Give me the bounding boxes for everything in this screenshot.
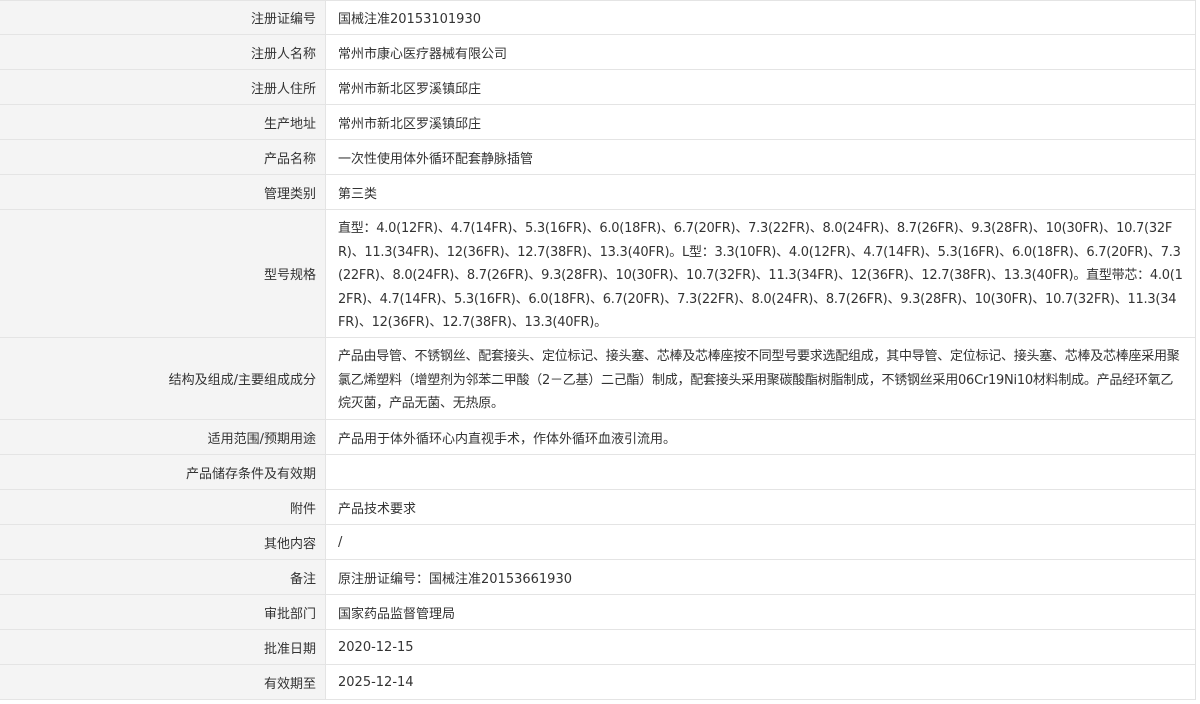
field-label: 注册人住所 <box>0 70 326 104</box>
field-value: 2020-12-15 <box>338 639 414 655</box>
field-label: 适用范围/预期用途 <box>0 420 326 454</box>
field-label: 产品名称 <box>0 140 326 174</box>
field-label: 结构及组成/主要组成成分 <box>0 338 326 419</box>
row-model-specification: 型号规格 直型：4.0(12FR)、4.7(14FR)、5.3(16FR)、6.… <box>0 210 1195 338</box>
row-approval-date: 批准日期 2020-12-15 <box>0 630 1195 665</box>
row-production-address: 生产地址 常州市新北区罗溪镇邱庄 <box>0 105 1195 140</box>
field-value: 常州市康心医疗器械有限公司 <box>338 46 508 62</box>
field-value: 2025-12-14 <box>338 674 414 690</box>
row-valid-until: 有效期至 2025-12-14 <box>0 665 1195 700</box>
field-value: 第三类 <box>338 186 378 202</box>
row-registrant-name: 注册人名称 常州市康心医疗器械有限公司 <box>0 35 1195 70</box>
field-value: 常州市新北区罗溪镇邱庄 <box>338 81 482 97</box>
field-label: 管理类别 <box>0 175 326 209</box>
field-label: 注册人名称 <box>0 35 326 69</box>
field-label: 产品储存条件及有效期 <box>0 455 326 489</box>
row-intended-use: 适用范围/预期用途 产品用于体外循环心内直视手术，作体外循环血液引流用。 <box>0 420 1195 455</box>
field-label: 生产地址 <box>0 105 326 139</box>
field-value <box>326 455 1195 489</box>
row-other-content: 其他内容 / <box>0 525 1195 560</box>
field-value: 产品技术要求 <box>338 501 417 517</box>
field-label: 附件 <box>0 490 326 524</box>
field-label: 审批部门 <box>0 595 326 629</box>
row-management-class: 管理类别 第三类 <box>0 175 1195 210</box>
field-value: 国家药品监督管理局 <box>338 606 456 622</box>
field-label: 备注 <box>0 560 326 594</box>
field-value: / <box>338 534 343 550</box>
registration-info-table: 注册证编号 国械注准20153101930 注册人名称 常州市康心医疗器械有限公… <box>0 0 1196 700</box>
row-structure-composition: 结构及组成/主要组成成分 产品由导管、不锈钢丝、配套接头、定位标记、接头塞、芯棒… <box>0 338 1195 420</box>
row-approval-department: 审批部门 国家药品监督管理局 <box>0 595 1195 630</box>
field-value: 原注册证编号：国械注准20153661930 <box>338 571 572 587</box>
row-registrant-address: 注册人住所 常州市新北区罗溪镇邱庄 <box>0 70 1195 105</box>
field-value: 常州市新北区罗溪镇邱庄 <box>338 116 482 132</box>
field-value: 产品由导管、不锈钢丝、配套接头、定位标记、接头塞、芯棒及芯棒座按不同型号要求选配… <box>338 349 1180 411</box>
row-remarks: 备注 原注册证编号：国械注准20153661930 <box>0 560 1195 595</box>
row-attachment: 附件 产品技术要求 <box>0 490 1195 525</box>
row-registration-number: 注册证编号 国械注准20153101930 <box>0 0 1195 35</box>
field-label: 型号规格 <box>0 210 326 337</box>
field-value: 产品用于体外循环心内直视手术，作体外循环血液引流用。 <box>338 431 677 447</box>
field-value: 直型：4.0(12FR)、4.7(14FR)、5.3(16FR)、6.0(18F… <box>338 221 1183 330</box>
field-label: 有效期至 <box>0 665 326 699</box>
row-product-name: 产品名称 一次性使用体外循环配套静脉插管 <box>0 140 1195 175</box>
field-value: 一次性使用体外循环配套静脉插管 <box>338 151 534 167</box>
field-value: 国械注准20153101930 <box>338 12 481 27</box>
field-label: 注册证编号 <box>0 1 326 34</box>
field-label: 批准日期 <box>0 630 326 664</box>
field-label: 其他内容 <box>0 525 326 559</box>
row-storage-validity: 产品储存条件及有效期 <box>0 455 1195 490</box>
